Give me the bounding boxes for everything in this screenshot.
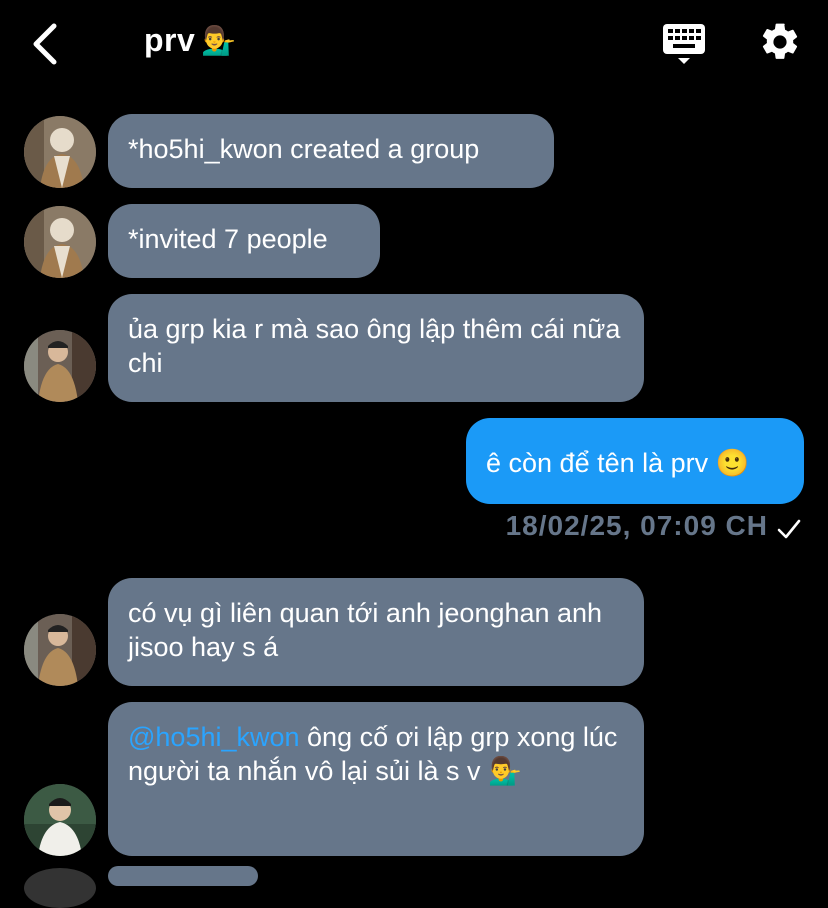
avatar[interactable] [24,330,96,402]
settings-gear-icon [762,23,798,59]
message-bubble[interactable]: ủa grp kia r mà sao ông lập thêm cái nữa… [108,294,644,402]
chat-title[interactable]: prv 💁‍♂️ [144,22,237,59]
mention-link[interactable]: @ho5hi_kwon [128,722,300,752]
message-text: ê còn để tên là prv 🙂 [486,448,750,478]
chat-header: prv 💁‍♂️ [0,0,828,90]
title-emoji: 💁‍♂️ [201,25,237,56]
message-text: *ho5hi_kwon created a group [128,134,480,164]
message-bubble[interactable]: @ho5hi_kwon ông cố ơi lập grp xong lúc n… [108,702,644,856]
message-text: *invited 7 people [128,224,328,254]
back-chevron-icon [33,23,57,65]
back-button[interactable] [28,22,64,66]
message-timestamp: 18/02/25, 07:09 CH [505,510,768,541]
message-text: ủa grp kia r mà sao ông lập thêm cái nữa… [128,314,621,378]
message-text: có vụ gì liên quan tới anh jeonghan anh … [128,598,603,662]
avatar[interactable] [24,116,96,188]
message-bubble[interactable]: *invited 7 people [108,204,380,278]
avatar[interactable] [24,868,96,908]
message-bubble[interactable]: *ho5hi_kwon created a group [108,114,554,188]
keyboard-icon [663,24,705,64]
avatar[interactable] [24,206,96,278]
check-icon [777,519,801,539]
message-bubble[interactable] [108,866,258,886]
chat-title-text: prv [144,22,196,58]
keyboard-button[interactable] [662,22,706,66]
avatar[interactable] [24,614,96,686]
outgoing-message-bubble[interactable]: ê còn để tên là prv 🙂 [466,418,804,504]
settings-button[interactable] [758,20,802,64]
avatar[interactable] [24,784,96,856]
message-bubble[interactable]: có vụ gì liên quan tới anh jeonghan anh … [108,578,644,686]
